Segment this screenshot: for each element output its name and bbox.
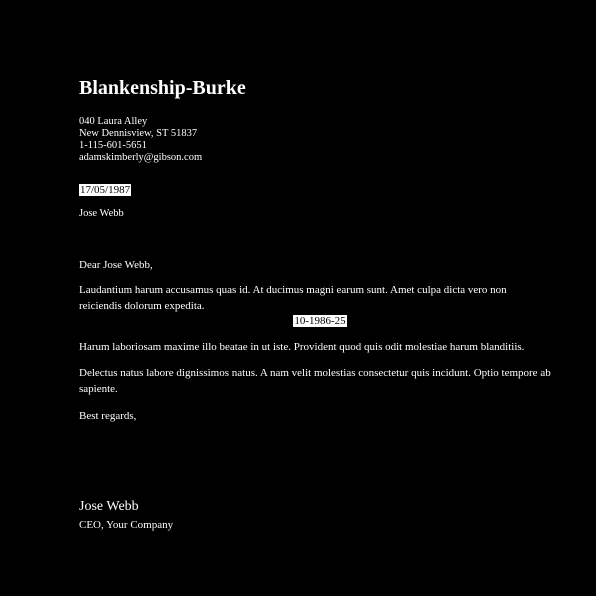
paragraph-1: Laudantium harum accusamus quas id. At d… — [79, 284, 507, 312]
recipient-name: Jose Webb — [79, 208, 124, 219]
sender-address-block: 040 Laura Alley New Dennisview, ST 51837… — [79, 116, 202, 164]
address-line-1: 040 Laura Alley — [79, 116, 148, 127]
letter-date-text: 17/05/1987 — [79, 184, 132, 196]
letter-date: 17/05/1987 — [79, 184, 132, 197]
inline-date: 10-1986-25 — [0, 314, 596, 328]
phone-number: 1-115-601-5651 — [79, 140, 147, 151]
signature-title: CEO, Your Company — [79, 519, 174, 531]
inline-date-text: 10-1986-25 — [293, 315, 347, 327]
letter-page: Blankenship-Burke 040 Laura Alley New De… — [0, 0, 596, 596]
paragraph-3: Delectus natus labore dignissimos natus.… — [79, 367, 551, 395]
closing: Best regards, — [79, 410, 137, 422]
company-name: Blankenship-Burke — [79, 77, 246, 99]
email-address: adamskimberly@gibson.com — [79, 152, 203, 163]
address-line-2: New Dennisview, ST 51837 — [79, 128, 198, 139]
paragraph-2: Harum laboriosam maxime illo beatae in u… — [79, 341, 525, 353]
signature-name: Jose Webb — [79, 499, 139, 514]
salutation: Dear Jose Webb, — [79, 259, 153, 271]
